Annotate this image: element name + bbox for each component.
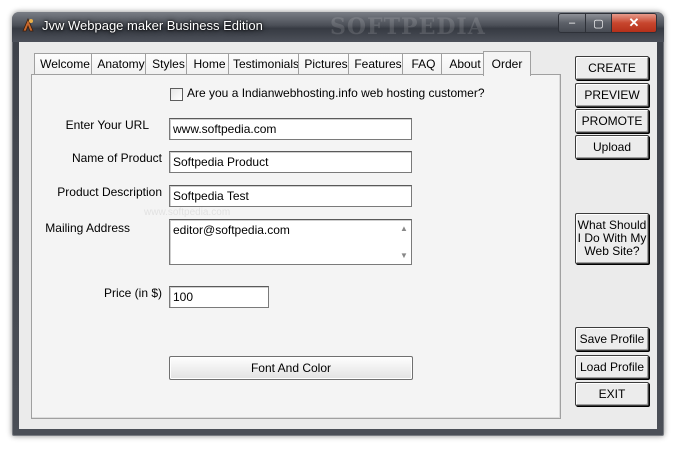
tab-about[interactable]: About <box>441 53 489 74</box>
watermark-text: SOFTPEDIA <box>330 14 486 40</box>
maximize-icon: ▢ <box>593 17 604 30</box>
scroll-down-icon[interactable]: ▼ <box>400 251 408 260</box>
price-label: Price (in $) <box>103 286 162 300</box>
url-input[interactable]: www.softpedia.com <box>169 118 412 140</box>
tab-features[interactable]: Features <box>348 53 408 74</box>
scroll-up-icon[interactable]: ▲ <box>400 224 408 233</box>
maximize-button[interactable]: ▢ <box>585 13 612 33</box>
product-description-label: Product Description <box>57 185 162 199</box>
what-should-i-do-button[interactable]: What Should I Do With My Web Site? <box>575 213 649 264</box>
what-should-line-3: Web Site? <box>584 244 640 258</box>
preview-button[interactable]: PREVIEW <box>575 83 649 107</box>
product-name-label: Name of Product <box>71 151 162 165</box>
tab-home[interactable]: Home <box>186 53 233 74</box>
save-profile-button[interactable]: Save Profile <box>575 327 649 351</box>
tab-order[interactable]: Order <box>483 51 531 76</box>
tab-welcome[interactable]: Welcome <box>34 53 96 74</box>
exit-button[interactable]: EXIT <box>575 382 649 406</box>
tab-anatomy[interactable]: Anatomy <box>91 53 151 74</box>
app-icon <box>22 17 34 32</box>
minimize-button[interactable]: ‒ <box>558 13 586 33</box>
minimize-icon: ‒ <box>568 17 576 29</box>
mailing-address-scrollbar[interactable]: ▲ ▼ <box>397 221 411 263</box>
tab-faq[interactable]: FAQ <box>402 53 445 74</box>
close-button[interactable]: ✕ <box>611 13 657 33</box>
faint-watermark: www.softpedia.com <box>144 207 231 218</box>
mailing-address-textarea[interactable]: editor@softpedia.com <box>169 219 412 265</box>
url-label: Enter Your URL <box>65 118 149 132</box>
create-button[interactable]: CREATE <box>575 56 649 80</box>
hosting-customer-label: Are you a Indianwebhosting.info web host… <box>187 86 485 100</box>
hosting-customer-checkbox[interactable] <box>170 88 183 101</box>
tab-testimonials[interactable]: Testimonials <box>228 53 304 74</box>
mailing-address-value: editor@softpedia.com <box>173 223 290 237</box>
close-icon: ✕ <box>628 15 640 30</box>
product-description-input[interactable]: Softpedia Test <box>169 185 412 207</box>
window-title: Jvw Webpage maker Business Edition <box>42 18 263 33</box>
price-input[interactable]: 100 <box>169 286 269 308</box>
promote-button[interactable]: PROMOTE <box>575 109 649 133</box>
product-name-input[interactable]: Softpedia Product <box>169 151 412 173</box>
tab-styles[interactable]: Styles <box>145 53 192 74</box>
font-and-color-button[interactable]: Font And Color <box>169 356 413 380</box>
tab-pictures[interactable]: Pictures <box>298 53 354 74</box>
upload-button[interactable]: Upload <box>575 135 649 159</box>
mailing-address-label: Mailing Address <box>45 221 130 235</box>
load-profile-button[interactable]: Load Profile <box>575 355 649 379</box>
